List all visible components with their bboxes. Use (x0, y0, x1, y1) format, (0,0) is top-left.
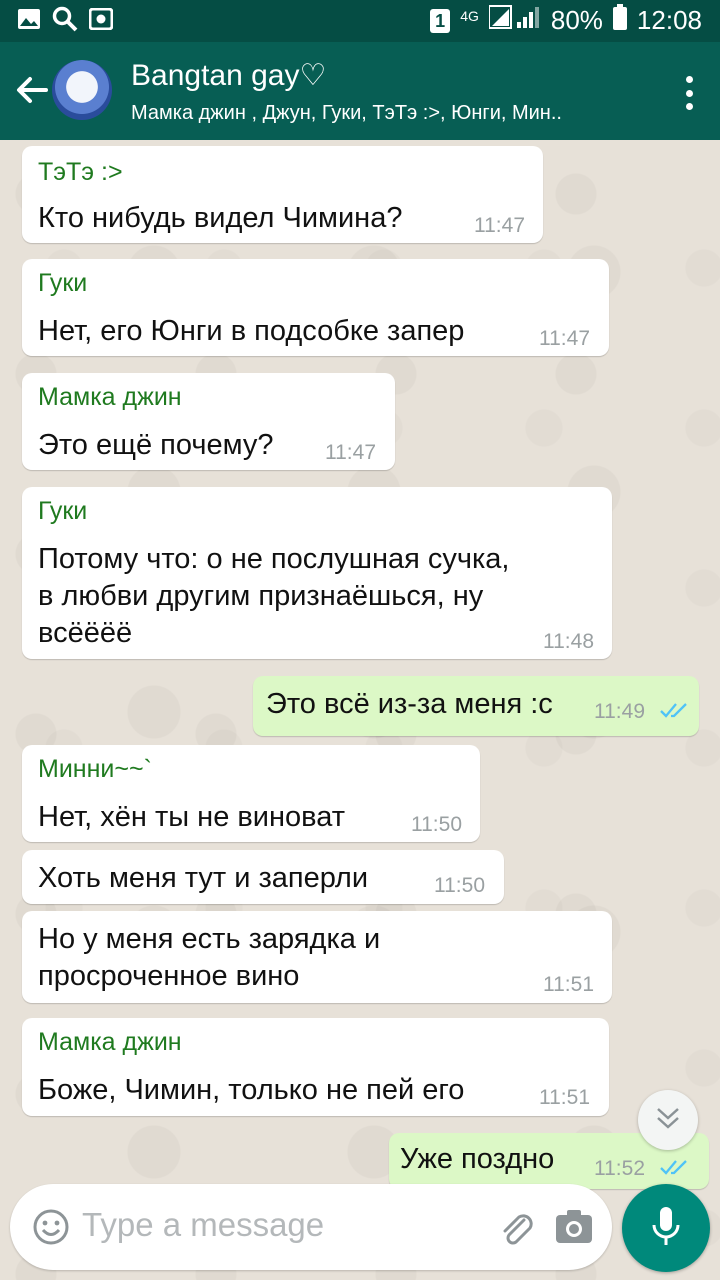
screen-record-icon (88, 6, 114, 32)
message-bubble-outgoing[interactable]: Это всё из-за меня :с 11:49 (253, 676, 699, 736)
group-members[interactable]: Мамка джин , Джун, Гуки, ТэТэ :>, Юнги, … (131, 102, 631, 125)
message-time: 11:51 (543, 973, 594, 996)
clock: 12:08 (636, 5, 702, 35)
signal-icon (487, 4, 541, 37)
arrow-left-icon[interactable] (12, 70, 52, 110)
message-text: просроченное вино (38, 960, 300, 992)
message-bubble[interactable]: Минни~~` Нет, хён ты не виноват 11:50 (22, 745, 480, 842)
double-check-icon (659, 1157, 689, 1177)
status-bar: 1 4G 80% 12:08 (0, 0, 720, 42)
message-time: 11:48 (543, 630, 594, 653)
network-type: 4G (460, 8, 479, 24)
message-bubble[interactable]: Мамка джин Боже, Чимин, только не пей ег… (22, 1018, 609, 1116)
paperclip-icon[interactable] (494, 1206, 538, 1250)
battery-icon (612, 4, 627, 37)
status-notification-icons (16, 6, 114, 32)
message-bubble[interactable]: Но у меня есть зарядка и просроченное ви… (22, 911, 612, 1003)
status-system-icons: 1 4G 80% 12:08 (430, 4, 702, 37)
message-bubble[interactable]: Хоть меня тут и заперли 11:50 (22, 850, 504, 904)
message-text: в любви другим признаёшься, ну (38, 580, 484, 612)
message-sender: Мамка джин (38, 383, 182, 411)
group-avatar[interactable] (52, 60, 112, 120)
message-text: Уже поздно (400, 1143, 555, 1175)
sim-icon: 1 (430, 8, 451, 33)
message-time: 11:50 (411, 813, 462, 836)
message-text: Кто нибудь видел Чимина? (38, 202, 403, 234)
message-text: Это ещё почему? (38, 429, 274, 461)
message-time: 11:49 (594, 700, 645, 723)
message-text: Это всё из-за меня :с (266, 688, 553, 720)
double-check-icon (659, 700, 689, 720)
message-time: 11:51 (539, 1086, 590, 1109)
scroll-to-bottom-button[interactable] (638, 1090, 698, 1150)
message-time: 11:47 (325, 441, 376, 464)
message-composer: Type a message (10, 1184, 612, 1270)
message-sender: Гуки (38, 269, 88, 297)
message-text: Потому что: о не послушная сучка, (38, 543, 510, 575)
message-time: 11:47 (474, 214, 525, 237)
message-text: Нет, хён ты не виноват (38, 801, 345, 833)
chevron-double-down-icon (653, 1103, 683, 1138)
emoji-icon[interactable] (32, 1208, 70, 1246)
message-sender: Минни~~` (38, 755, 152, 783)
message-text: Нет, его Юнги в подсобке запер (38, 315, 465, 347)
battery-percent: 80% (550, 5, 603, 35)
message-text: Хоть меня тут и заперли (38, 862, 369, 894)
message-bubble[interactable]: Гуки Нет, его Юнги в подсобке запер 11:4… (22, 259, 609, 356)
group-title[interactable]: Bangtan gay♡ (131, 58, 326, 93)
message-bubble[interactable]: Гуки Потому что: о не послушная сучка, в… (22, 487, 612, 659)
message-text: Но у меня есть зарядка и (38, 923, 381, 955)
message-text: Боже, Чимин, только не пей его (38, 1074, 465, 1106)
camera-icon[interactable] (554, 1208, 594, 1246)
message-text: всёёёё (38, 617, 133, 649)
more-vert-icon[interactable] (684, 76, 694, 110)
message-input[interactable]: Type a message (82, 1206, 324, 1244)
message-sender: ТэТэ :> (38, 158, 123, 186)
message-time: 11:52 (594, 1157, 645, 1180)
message-time: 11:50 (434, 874, 485, 897)
voice-record-button[interactable] (622, 1184, 710, 1272)
search-icon (52, 6, 78, 32)
message-sender: Мамка джин (38, 1028, 182, 1056)
chat-header: Bangtan gay♡ Мамка джин , Джун, Гуки, Тэ… (0, 42, 720, 140)
message-sender: Гуки (38, 497, 88, 525)
message-time: 11:47 (539, 327, 590, 350)
mic-icon (651, 1205, 681, 1252)
message-bubble[interactable]: ТэТэ :> Кто нибудь видел Чимина? 11:47 (22, 146, 543, 243)
message-bubble[interactable]: Мамка джин Это ещё почему? 11:47 (22, 373, 395, 470)
gallery-icon (16, 6, 42, 32)
